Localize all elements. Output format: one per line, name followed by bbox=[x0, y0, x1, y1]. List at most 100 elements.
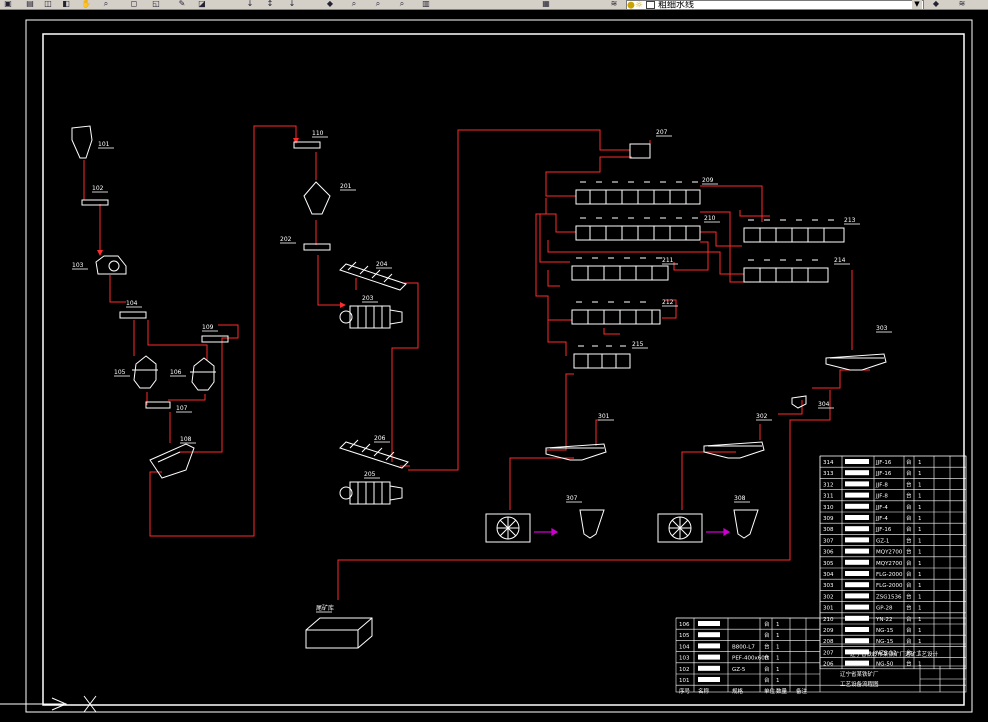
zoom-previous-icon[interactable]: ◱ bbox=[150, 0, 162, 8]
save-icon[interactable]: ▣ bbox=[2, 0, 14, 8]
svg-text:1: 1 bbox=[776, 656, 780, 662]
svg-text:1: 1 bbox=[918, 606, 922, 612]
pump-box bbox=[629, 143, 651, 159]
unit-label-mill_1: 203 bbox=[362, 295, 374, 302]
publish-icon[interactable]: ◧ bbox=[60, 0, 72, 8]
spiral-classifier-2 bbox=[339, 441, 409, 469]
fine-ore-bin bbox=[303, 181, 331, 215]
table-row: 310 JJF-4 台 1 bbox=[823, 503, 922, 511]
bulb-icon[interactable]: ⌕ bbox=[372, 0, 384, 8]
jaw-crusher bbox=[95, 255, 127, 275]
unit-label-flotation_7: 215 bbox=[632, 341, 644, 348]
flotation-bank-6 bbox=[743, 259, 829, 283]
svg-text:JJF-4: JJF-4 bbox=[875, 505, 888, 511]
project-title: 辽宁省铁岭市某铁矿厂选矿工艺设计 bbox=[850, 650, 939, 658]
flotation-bank-4 bbox=[571, 301, 661, 325]
svg-text:GP-28: GP-28 bbox=[876, 606, 893, 612]
svg-text:106: 106 bbox=[679, 622, 690, 628]
company-name: 辽宁省某铁矿厂 bbox=[840, 670, 879, 678]
properties-icon[interactable]: ✎ bbox=[176, 0, 188, 8]
svg-text:FLG-2000: FLG-2000 bbox=[876, 572, 903, 578]
flotation-bank-2 bbox=[575, 217, 701, 241]
svg-text:1: 1 bbox=[918, 505, 922, 511]
feeder-1 bbox=[81, 199, 109, 206]
svg-text:台: 台 bbox=[764, 665, 770, 673]
svg-text:台: 台 bbox=[906, 548, 912, 556]
svg-text:1: 1 bbox=[918, 516, 922, 522]
svg-text:台: 台 bbox=[906, 492, 912, 500]
unit-label-flotation_4: 212 bbox=[662, 299, 674, 306]
svg-text:1: 1 bbox=[918, 572, 922, 578]
drawing-canvas[interactable]: 101 102 103 104 105 106 107 108 109 110 201 202 204 2… bbox=[0, 10, 988, 722]
svg-text:1: 1 bbox=[918, 494, 922, 500]
layer-name: 粗细水线 bbox=[657, 0, 694, 10]
unit-label-conveyor_1: 104 bbox=[126, 300, 138, 307]
svg-text:1: 1 bbox=[918, 594, 922, 600]
chevron-down-icon[interactable]: ▼ bbox=[912, 0, 922, 9]
unit-label-flotation_2: 210 bbox=[704, 215, 716, 222]
layer-dropdown[interactable]: ●☼ 粗细水线 bbox=[626, 0, 924, 10]
layers-icon[interactable]: ≋ bbox=[608, 0, 620, 8]
concentrate-bin-2 bbox=[733, 509, 759, 539]
filtrate-arrows bbox=[534, 527, 731, 537]
lock-icon[interactable]: ▥ bbox=[420, 0, 432, 8]
svg-text:1: 1 bbox=[776, 667, 780, 673]
disc-filter-1 bbox=[485, 513, 531, 543]
svg-text:305: 305 bbox=[823, 561, 834, 567]
layer-state-icon[interactable]: ⌕ bbox=[348, 0, 360, 8]
svg-text:台: 台 bbox=[906, 592, 912, 600]
svg-text:1: 1 bbox=[918, 550, 922, 556]
belt-conveyor-4 bbox=[293, 141, 321, 149]
tool-palette-icon[interactable]: ↓ bbox=[244, 0, 256, 8]
flotation-bank-5 bbox=[743, 219, 845, 243]
flotation-bank-7 bbox=[573, 345, 631, 369]
filter-pump bbox=[791, 395, 807, 409]
table-row: 209 NG-15 台 1 bbox=[823, 626, 922, 634]
design-center-icon[interactable]: ◪ bbox=[196, 0, 208, 8]
svg-text:台: 台 bbox=[906, 458, 912, 466]
concentrate-bin-1 bbox=[579, 509, 605, 539]
bulb-icon: ● bbox=[627, 0, 635, 10]
table-row: 303 FLG-2000 台 1 bbox=[823, 581, 922, 589]
svg-text:309: 309 bbox=[823, 516, 834, 522]
belt-conveyor-5 bbox=[303, 243, 331, 251]
svg-text:1: 1 bbox=[776, 678, 780, 684]
table-row: 306 MQY2700 台 1 bbox=[823, 548, 922, 556]
previous-layer-icon[interactable]: ≋ bbox=[956, 0, 968, 8]
unit-label-feeder_1: 102 bbox=[92, 185, 104, 192]
unit-label-flotation_6: 214 bbox=[834, 257, 846, 264]
markup-icon[interactable]: ↕ bbox=[264, 0, 276, 8]
cad-toolbar: ▣ ▤ ◫ ◧ ✋ ⌕ ◻ ◱ ✎ ◪ ↓ ↕ ↓ ◆ ⌕ ⌕ ⌕ ▥ ▦ ≋ … bbox=[0, 0, 988, 10]
ball-mill-2 bbox=[339, 481, 403, 505]
match-layer-icon[interactable]: ◆ bbox=[930, 0, 942, 8]
color-icon[interactable]: ▦ bbox=[540, 0, 552, 8]
belt-conveyor-3 bbox=[201, 335, 229, 343]
sun-icon[interactable]: ⌕ bbox=[396, 0, 408, 8]
svg-text:台: 台 bbox=[764, 620, 770, 628]
preview-icon[interactable]: ◫ bbox=[42, 0, 54, 8]
unit-label-crusher: 103 bbox=[72, 262, 84, 269]
zoom-window-icon[interactable]: ◻ bbox=[128, 0, 140, 8]
print-icon[interactable]: ▤ bbox=[24, 0, 36, 8]
svg-text:308: 308 bbox=[823, 527, 834, 533]
quickcalc-icon[interactable]: ↓ bbox=[286, 0, 298, 8]
svg-text:ZSG1536: ZSG1536 bbox=[876, 594, 902, 600]
title-block-table: 106 台 1105 台 1104 B800-L7 台 1103 PEF-400x600台 110… bbox=[675, 617, 967, 695]
svg-text:206: 206 bbox=[823, 662, 834, 668]
svg-text:1: 1 bbox=[776, 622, 780, 628]
svg-text:台: 台 bbox=[764, 642, 770, 650]
pan-icon[interactable]: ✋ bbox=[80, 0, 92, 8]
unit-label-thickener_1: 301 bbox=[598, 413, 610, 420]
svg-text:312: 312 bbox=[823, 482, 834, 488]
table-row: 302 ZSG1536 台 1 bbox=[823, 592, 922, 600]
unit-label-conveyor_2: 107 bbox=[176, 405, 188, 412]
unit-label-filter_pump: 304 bbox=[818, 401, 830, 408]
layer-manager-icon[interactable]: ◆ bbox=[324, 0, 336, 8]
unit-label-flotation_5: 213 bbox=[844, 217, 856, 224]
cone-crusher-1 bbox=[132, 355, 158, 389]
svg-text:台: 台 bbox=[906, 660, 912, 668]
table-row: 308 JJF-16 台 1 bbox=[823, 525, 922, 533]
table-row: 301 GP-28 台 1 bbox=[823, 604, 922, 612]
zoom-realtime-icon[interactable]: ⌕ bbox=[100, 0, 112, 8]
svg-text:1: 1 bbox=[918, 628, 922, 634]
